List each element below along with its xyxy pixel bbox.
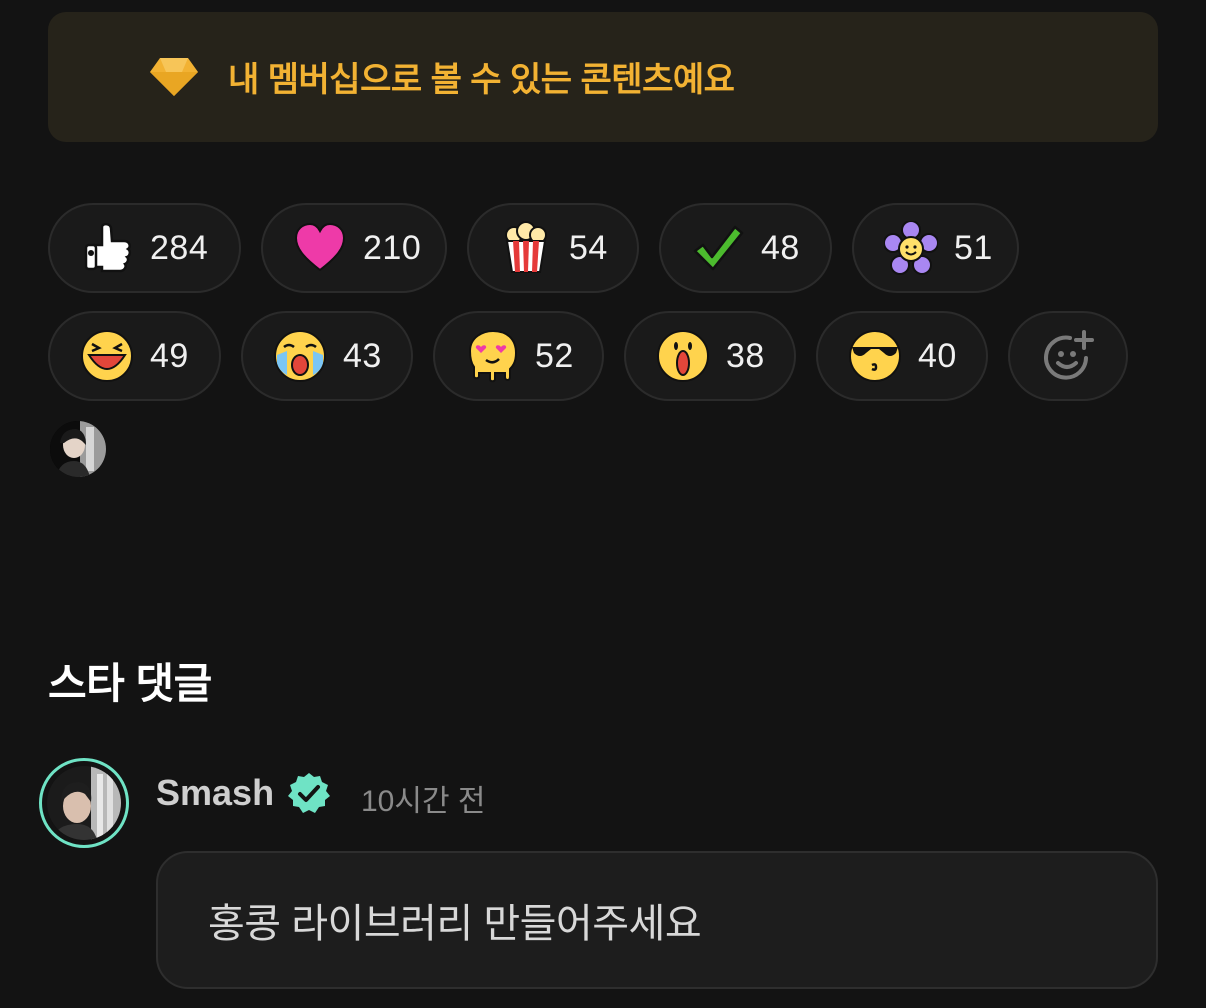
- melting-heart-eyes-icon: [468, 329, 518, 383]
- reaction-laugh[interactable]: 49: [48, 311, 221, 401]
- avatar-photo: [50, 421, 106, 477]
- membership-banner: 내 멤버십으로 볼 수 있는 콘텐츠예요: [48, 12, 1158, 142]
- verified-badge-icon: [288, 773, 330, 813]
- popcorn-icon: [505, 221, 547, 273]
- reaction-count: 54: [569, 228, 608, 267]
- reaction-row: 284 210 54 48 51: [48, 203, 1039, 293]
- comment-avatar[interactable]: [39, 758, 129, 848]
- section-title: 스타 댓글: [48, 660, 212, 707]
- reaction-row: 49 43 52 38 40: [48, 311, 1148, 401]
- comment-bubble: 홍콩 라이브러리 만들어주세요: [156, 851, 1158, 989]
- avatar-photo: [47, 766, 121, 840]
- reaction-count: 210: [363, 228, 422, 267]
- avatar[interactable]: [50, 421, 106, 477]
- heart-icon: [294, 222, 346, 272]
- avatar: [47, 766, 121, 840]
- reaction-count: 52: [535, 336, 574, 375]
- reaction-thumbs-up[interactable]: 284: [48, 203, 241, 293]
- sunglasses-face-icon: [849, 330, 901, 382]
- reaction-flower[interactable]: 51: [852, 203, 1019, 293]
- diamond-icon: [150, 58, 198, 96]
- laughing-face-icon: [81, 330, 133, 382]
- reaction-melt[interactable]: 52: [433, 311, 604, 401]
- reaction-heart[interactable]: 210: [261, 203, 447, 293]
- add-reaction-button[interactable]: [1008, 311, 1128, 401]
- reaction-count: 38: [726, 336, 765, 375]
- reaction-shock[interactable]: 38: [624, 311, 796, 401]
- reaction-count: 48: [761, 228, 800, 267]
- comment-author[interactable]: Smash: [156, 772, 274, 814]
- checkmark-icon: [693, 225, 744, 271]
- reaction-cry[interactable]: 43: [241, 311, 413, 401]
- reaction-count: 284: [150, 228, 209, 267]
- shocked-face-icon: [657, 330, 709, 382]
- flower-icon: [884, 221, 938, 275]
- crying-face-icon: [274, 330, 326, 382]
- thumbs-up-icon: [84, 222, 132, 273]
- reaction-check[interactable]: 48: [659, 203, 832, 293]
- post-page: 내 멤버십으로 볼 수 있는 콘텐츠예요 284 210 54 48 51 49…: [0, 0, 1206, 1008]
- banner-text: 내 멤버십으로 볼 수 있는 콘텐츠예요: [228, 61, 735, 99]
- reaction-count: 49: [150, 336, 189, 375]
- reaction-cool[interactable]: 40: [816, 311, 988, 401]
- add-emoji-icon: [1044, 330, 1094, 380]
- reaction-popcorn[interactable]: 54: [467, 203, 639, 293]
- reaction-count: 40: [918, 336, 957, 375]
- comment-timestamp: 10시간 전: [361, 785, 486, 818]
- reaction-count: 51: [954, 228, 993, 267]
- reaction-count: 43: [343, 336, 382, 375]
- comment-text: 홍콩 라이브러리 만들어주세요: [208, 902, 702, 946]
